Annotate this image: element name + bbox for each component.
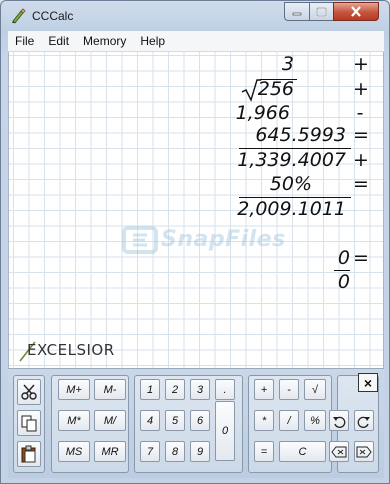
- menu-bar: File Edit Memory Help: [8, 31, 384, 52]
- backspace-button[interactable]: [329, 441, 349, 462]
- close-button[interactable]: [333, 2, 379, 21]
- subtract-button[interactable]: -: [279, 379, 299, 400]
- tape-value: 1,339.4007: [237, 149, 346, 171]
- excelsior-logo: EXCELSIOR: [17, 339, 127, 365]
- clear-button[interactable]: C: [279, 441, 326, 462]
- calculator-app-icon: [12, 8, 26, 24]
- delete-icon: [356, 446, 372, 457]
- clipboard-icon: [21, 445, 36, 463]
- tape-operator: =: [353, 247, 369, 269]
- title-bar[interactable]: CCCalc: [1, 1, 389, 31]
- calculation-tape[interactable]: 3 + 256 + 1,966 - 645.5993 = 1,339.4007 …: [8, 52, 384, 368]
- tape-value: 1,966: [235, 102, 290, 124]
- digit-6-button[interactable]: 6: [190, 410, 210, 431]
- memory-add-button[interactable]: M+: [58, 379, 90, 400]
- tape-operator: =: [353, 173, 369, 195]
- digit-8-button[interactable]: 8: [165, 441, 185, 462]
- backspace-icon: [331, 446, 347, 457]
- tape-operator: +: [353, 78, 369, 100]
- close-icon: [351, 6, 361, 17]
- digit-3-button[interactable]: 3: [190, 379, 210, 400]
- delete-button[interactable]: [354, 441, 374, 462]
- digit-0-button[interactable]: 0: [215, 401, 235, 461]
- minimize-button[interactable]: [284, 2, 310, 21]
- digit-1-button[interactable]: 1: [140, 379, 160, 400]
- copy-button[interactable]: [17, 410, 41, 436]
- tape-value: 645.5993: [255, 124, 346, 146]
- undo-button[interactable]: [329, 410, 349, 431]
- paste-button[interactable]: [17, 441, 41, 467]
- tape-operator: +: [353, 149, 369, 171]
- maximize-icon: [316, 6, 327, 17]
- menu-memory[interactable]: Memory: [76, 31, 133, 52]
- maximize-button[interactable]: [309, 2, 334, 21]
- logo-text: EXCELSIOR: [27, 341, 115, 359]
- app-window: CCCalc File Edit Memory Help 3 + 256 + 1…: [0, 0, 390, 484]
- watermark-logo-icon: [122, 226, 158, 254]
- copy-icon: [21, 415, 37, 432]
- menu-edit[interactable]: Edit: [41, 31, 76, 52]
- tape-value: 256: [257, 78, 294, 100]
- tape-operator: =: [353, 124, 369, 146]
- equals-button[interactable]: =: [254, 441, 274, 462]
- memory-store-button[interactable]: MS: [58, 441, 90, 462]
- decimal-point-button[interactable]: .: [215, 379, 235, 400]
- tape-total: 2,009.1011: [237, 198, 346, 220]
- scissors-icon: [21, 384, 37, 400]
- memory-multiply-button[interactable]: M*: [58, 410, 90, 431]
- memory-recall-button[interactable]: MR: [94, 441, 126, 462]
- redo-icon: [357, 416, 370, 428]
- multiply-button[interactable]: *: [254, 410, 274, 431]
- digit-2-button[interactable]: 2: [165, 379, 185, 400]
- square-root-button[interactable]: √: [304, 379, 326, 400]
- tape-operator: -: [356, 102, 364, 124]
- undo-icon: [333, 416, 346, 428]
- menu-file[interactable]: File: [8, 31, 41, 52]
- digit-5-button[interactable]: 5: [165, 410, 185, 431]
- tape-value: 50%: [269, 173, 312, 195]
- memory-divide-button[interactable]: M/: [94, 410, 126, 431]
- fraction-denominator: 0: [337, 271, 350, 293]
- redo-button[interactable]: [354, 410, 374, 431]
- tape-operator: +: [353, 53, 369, 75]
- window-title: CCCalc: [32, 9, 74, 23]
- keypad: M+ M- M* M/ MS MR 1 2 3 4 5 6 7 8 9 . 0 …: [8, 368, 384, 478]
- digit-9-button[interactable]: 9: [190, 441, 210, 462]
- digit-7-button[interactable]: 7: [140, 441, 160, 462]
- divide-button[interactable]: /: [279, 410, 299, 431]
- tape-value: 3: [281, 53, 294, 75]
- add-button[interactable]: +: [254, 379, 274, 400]
- tape-tool-button[interactable]: [17, 379, 41, 405]
- fraction-numerator: 0: [337, 247, 350, 269]
- close-keypad-button[interactable]: ×: [358, 373, 378, 392]
- percent-button[interactable]: %: [304, 410, 326, 431]
- minimize-icon: [292, 12, 302, 15]
- memory-subtract-button[interactable]: M-: [94, 379, 126, 400]
- digit-4-button[interactable]: 4: [140, 410, 160, 431]
- menu-help[interactable]: Help: [133, 31, 172, 52]
